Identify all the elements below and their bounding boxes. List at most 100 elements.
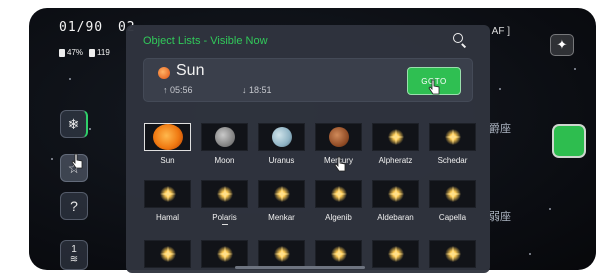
object-tile[interactable]: Sun (144, 123, 191, 165)
star-glow-icon (216, 246, 233, 262)
search-icon[interactable] (452, 32, 468, 48)
object-thumbnail (429, 123, 476, 151)
battery-indicator: 47% (59, 48, 83, 57)
object-label: Menkar (268, 213, 295, 222)
object-tile[interactable]: Schedar (429, 123, 476, 165)
pointer-cursor-icon (334, 156, 346, 172)
star-glow-icon (216, 186, 233, 202)
object-tile[interactable]: Uranus (258, 123, 305, 165)
mercury-planet-icon (328, 127, 349, 147)
object-thumbnail (429, 180, 476, 208)
sparkle-icon: ✦ (556, 37, 568, 52)
object-row (144, 240, 476, 268)
star-dot (499, 88, 501, 90)
battery-text: 47% (67, 48, 84, 57)
object-row: Hamal Polaris Menkar Algenib Aldebaran Capell… (144, 180, 476, 225)
sun-icon (158, 67, 170, 79)
object-label: Sun (160, 156, 175, 165)
star-dot (529, 253, 531, 255)
object-tile[interactable]: Moon (201, 123, 248, 165)
pointer-cursor-icon (71, 153, 83, 169)
star-dot (89, 128, 91, 130)
object-label: Schedar (437, 156, 468, 165)
object-thumbnail (372, 123, 419, 151)
object-row: SunMoonUranusMercuryAlpheratzSchedar (144, 123, 476, 165)
storage-text: 119 (97, 48, 110, 57)
storage-icon (89, 48, 96, 57)
object-thumbnail (429, 240, 476, 268)
object-tile[interactable] (201, 240, 248, 268)
pointer-cursor-icon (428, 79, 440, 95)
star-dot (69, 78, 71, 80)
object-thumbnail (144, 123, 191, 151)
help-button[interactable]: ? (60, 192, 88, 220)
object-grid-button[interactable]: ❄ (60, 110, 88, 138)
object-tile[interactable]: Polaris (201, 180, 248, 225)
grid-icon: ❄ (67, 115, 80, 132)
object-thumbnail (201, 240, 248, 268)
label-underline (221, 224, 228, 225)
star-glow-icon (444, 186, 461, 202)
star-glow-icon (387, 129, 404, 145)
rise-time: ↑ 05:56 (163, 85, 193, 95)
star-glow-icon (387, 246, 404, 262)
uranus-planet-icon (271, 127, 292, 147)
star-glow-icon (273, 186, 290, 202)
object-tile[interactable]: Capella (429, 180, 476, 225)
storage-indicator: 119 (89, 48, 110, 57)
object-tile[interactable] (429, 240, 476, 268)
object-thumbnail (372, 240, 419, 268)
object-thumbnail (372, 180, 419, 208)
object-tile[interactable] (372, 240, 419, 268)
star-dot (549, 208, 551, 210)
object-thumbnail (201, 180, 248, 208)
object-label: Hamal (155, 213, 180, 222)
object-thumbnail (144, 180, 191, 208)
object-tile[interactable]: Aldebaran (372, 180, 419, 225)
layers-button[interactable]: 1 ≋ (60, 240, 88, 270)
object-label: Algenib (325, 213, 352, 222)
set-time: ↓ 18:51 (242, 85, 272, 95)
object-label: Alpheratz (378, 156, 413, 165)
object-label: Aldebaran (377, 213, 414, 222)
object-tile[interactable] (315, 240, 362, 268)
object-tile[interactable]: Algenib (315, 180, 362, 225)
star-dot (51, 158, 53, 160)
star-glow-icon (387, 186, 404, 202)
capture-button[interactable] (552, 124, 586, 158)
object-thumbnail (258, 240, 305, 268)
time-text: 01/90 (59, 20, 104, 35)
status-bar: 47% 119 (59, 48, 110, 57)
object-tile[interactable]: Hamal (144, 180, 191, 225)
top-right-status: AF ] (491, 26, 510, 37)
star-glow-icon (444, 246, 461, 262)
sun-planet-icon (152, 124, 183, 150)
star-glow-icon (159, 186, 176, 202)
object-tile[interactable] (258, 240, 305, 268)
object-thumbnail (315, 180, 362, 208)
star-glow-icon (330, 186, 347, 202)
help-icon: ? (70, 198, 78, 214)
star-glow-icon (159, 246, 176, 262)
object-thumbnail (144, 240, 191, 268)
sparkle-button[interactable]: ✦ (550, 34, 574, 56)
selected-object-card: Sun ↑ 05:56 ↓ 18:51 GOTO (143, 58, 473, 102)
object-thumbnail (315, 240, 362, 268)
star-glow-icon (330, 246, 347, 262)
battery-icon (59, 48, 65, 57)
scrollbar[interactable] (235, 266, 365, 269)
object-list-panel: Object Lists - Visible Now Sun ↑ 05:56 ↓… (126, 25, 490, 273)
moon-planet-icon (214, 127, 235, 147)
panel-title: Object Lists - Visible Now (143, 35, 268, 47)
constellation-label: 弱座 (489, 211, 511, 223)
object-name: Sun (176, 62, 205, 79)
object-tile[interactable] (144, 240, 191, 268)
object-thumbnail (201, 123, 248, 151)
object-label: Moon (214, 156, 235, 165)
object-label: Capella (438, 213, 467, 222)
star-glow-icon (273, 246, 290, 262)
object-tile[interactable]: Alpheratz (372, 123, 419, 165)
star-dot (574, 68, 576, 70)
object-tile[interactable]: Menkar (258, 180, 305, 225)
object-thumbnail (258, 123, 305, 151)
